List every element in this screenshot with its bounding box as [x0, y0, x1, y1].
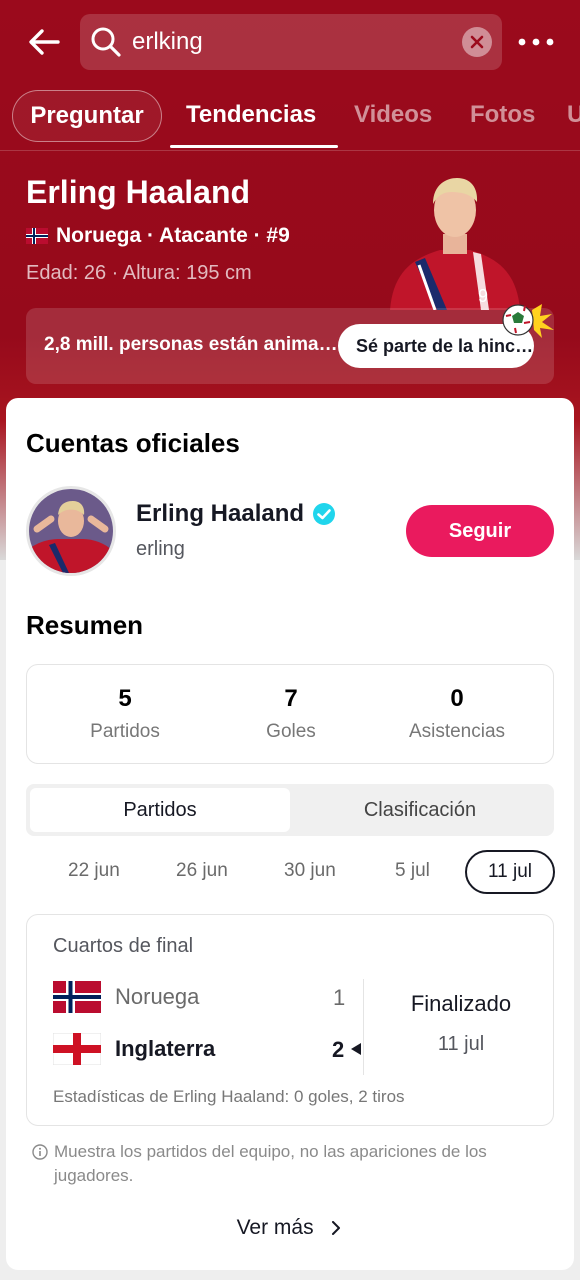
- stat-label: Asistencias: [408, 721, 506, 742]
- stat-label: Partidos: [90, 721, 160, 742]
- norway-flag-icon: [53, 981, 101, 1013]
- search-bar[interactable]: erlking: [80, 14, 502, 70]
- tab-users[interactable]: U: [567, 88, 580, 142]
- search-tabs: Preguntar Tendencias Videos Fotos U: [0, 88, 580, 148]
- close-icon: [470, 35, 484, 49]
- see-more-button[interactable]: Ver más: [6, 1216, 574, 1240]
- home-team-name: Noruega: [115, 984, 200, 1009]
- stat-value: 7: [284, 685, 298, 712]
- tab-videos[interactable]: Videos: [354, 88, 432, 142]
- norway-flag-icon: [26, 228, 48, 244]
- search-icon: [91, 27, 121, 57]
- match-date: 11 jul: [437, 1033, 485, 1055]
- player-meta: Noruega · Atacante · #9: [26, 224, 290, 248]
- results-card: Cuentas oficiales Erling Haaland erling …: [6, 398, 574, 1270]
- away-score: 2: [332, 1037, 345, 1062]
- stat-assists: 0 Asistencias: [387, 685, 527, 743]
- home-score: 1: [333, 985, 346, 1010]
- date-chip[interactable]: 26 jun: [176, 860, 228, 882]
- england-flag-icon: [53, 1033, 101, 1065]
- info-icon: [32, 1144, 48, 1160]
- date-chip[interactable]: 5 jul: [395, 860, 430, 882]
- stat-goals: 7 Goles: [221, 685, 361, 743]
- active-tab-indicator: [170, 145, 338, 148]
- date-chip[interactable]: 22 jun: [68, 860, 120, 882]
- away-team-name: Inglaterra: [115, 1036, 216, 1061]
- fan-count-text: 2,8 mill. personas están animando: [44, 334, 344, 355]
- away-team: Inglaterra: [53, 1033, 215, 1065]
- player-info: Edad: 26 · Altura: 195 cm: [26, 262, 252, 284]
- tab-trending[interactable]: Tendencias: [186, 88, 316, 142]
- match-round: Cuartos de final: [53, 935, 194, 957]
- matches-standings-toggle: Partidos Clasificación: [26, 784, 554, 836]
- stat-label: Goles: [266, 721, 316, 742]
- match-card[interactable]: Cuartos de final Noruega 1 Inglaterra 2 …: [26, 914, 554, 1126]
- account-name-text: Erling Haaland: [136, 500, 305, 527]
- account-name[interactable]: Erling Haaland: [136, 500, 336, 528]
- player-meta-text: Noruega · Atacante · #9: [56, 224, 290, 247]
- search-input[interactable]: erlking: [132, 28, 203, 56]
- stat-value: 5: [118, 685, 132, 712]
- fan-support-banner: 2,8 mill. personas están animando Sé par…: [26, 304, 554, 384]
- tab-standings[interactable]: Clasificación: [290, 788, 550, 832]
- stat-value: 0: [450, 685, 464, 712]
- official-accounts-heading: Cuentas oficiales: [26, 428, 240, 458]
- svg-text:9: 9: [478, 286, 488, 306]
- matches-disclaimer: Muestra los partidos del equipo, no las …: [32, 1140, 552, 1188]
- winner-indicator-icon: [351, 1043, 361, 1055]
- see-more-label: Ver más: [236, 1216, 314, 1239]
- match-status: Finalizado: [410, 991, 512, 1016]
- stat-matches: 5 Partidos: [55, 685, 195, 743]
- tabs-divider: [0, 150, 580, 151]
- score-divider: [363, 979, 364, 1075]
- clear-search-button[interactable]: [462, 27, 492, 57]
- summary-heading: Resumen: [26, 610, 144, 640]
- tab-matches[interactable]: Partidos: [30, 788, 290, 832]
- soccer-ball-icon: [502, 304, 554, 338]
- verified-badge-icon: [313, 503, 336, 525]
- home-team: Noruega: [53, 981, 199, 1013]
- follow-button[interactable]: Seguir: [406, 505, 554, 557]
- disclaimer-text: Muestra los partidos del equipo, no las …: [54, 1142, 487, 1185]
- player-photo: 9: [390, 178, 520, 310]
- back-arrow-icon[interactable]: [24, 22, 64, 62]
- avatar[interactable]: [26, 486, 116, 576]
- player-name: Erling Haaland: [26, 174, 251, 210]
- account-handle: erling: [136, 538, 185, 560]
- player-match-stats: Estadísticas de Erling Haaland: 0 goles,…: [53, 1087, 405, 1106]
- tab-ask[interactable]: Preguntar: [12, 90, 162, 142]
- summary-stats: 5 Partidos 7 Goles 0 Asistencias: [26, 664, 554, 764]
- avatar-image: [29, 489, 113, 573]
- date-chip[interactable]: 30 jun: [284, 860, 336, 882]
- date-chip-selected[interactable]: 11 jul: [465, 850, 555, 894]
- more-options-icon[interactable]: [516, 28, 556, 56]
- tab-photos[interactable]: Fotos: [470, 88, 535, 142]
- chevron-right-icon: [332, 1221, 341, 1235]
